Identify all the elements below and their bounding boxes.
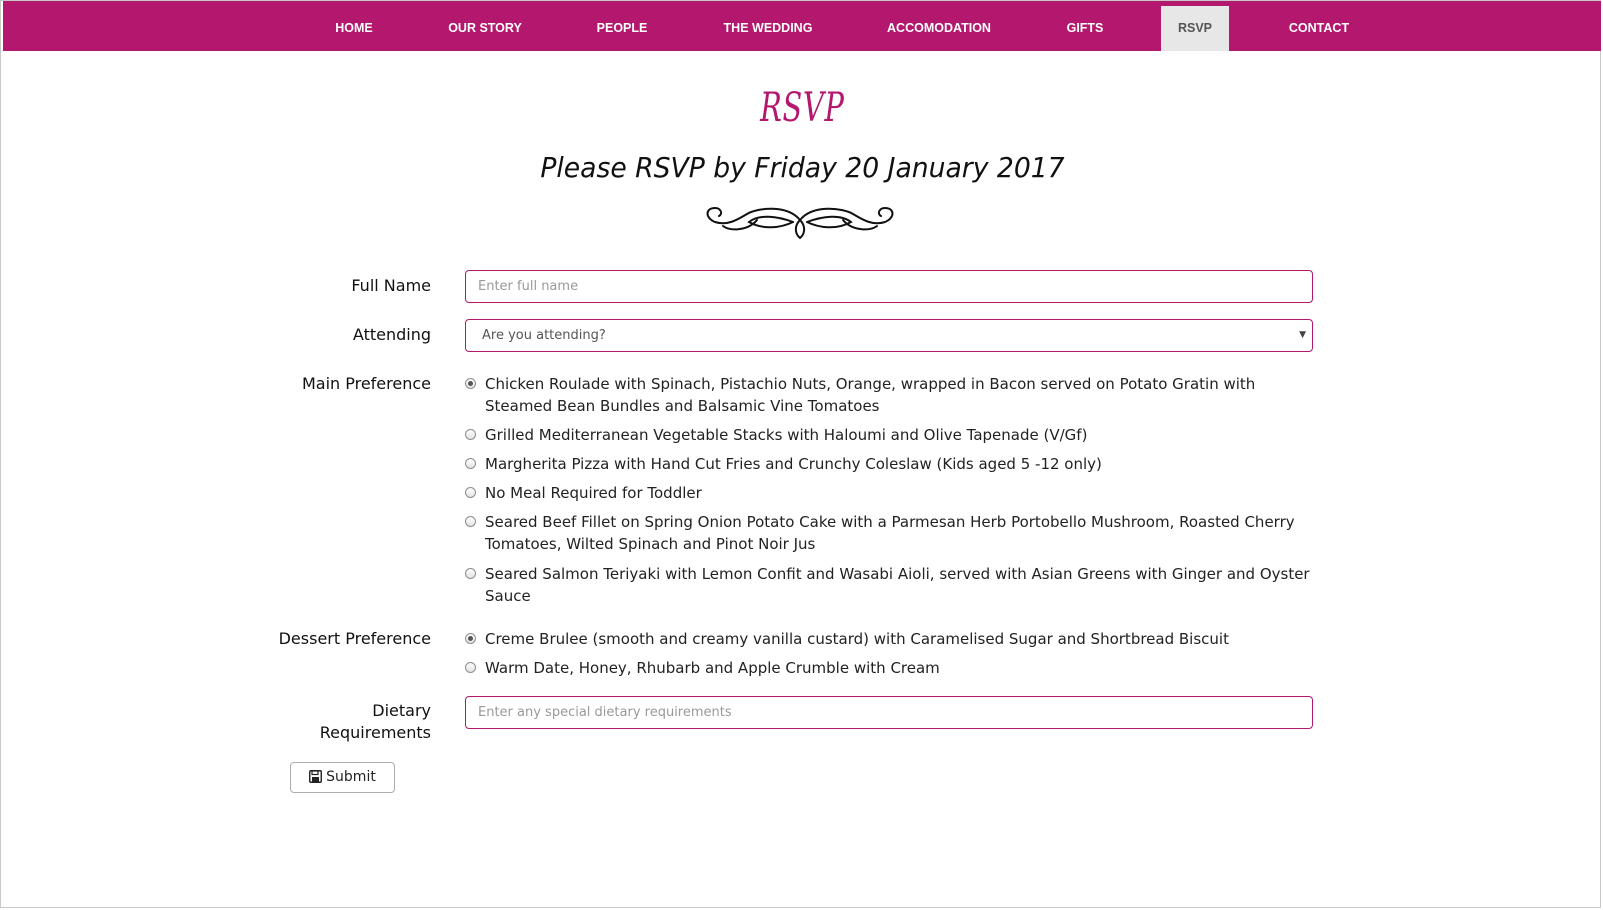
nav-item-people[interactable]: PEOPLE bbox=[583, 6, 661, 51]
main-option-radio[interactable] bbox=[465, 487, 476, 498]
attending-label: Attending bbox=[352, 325, 431, 344]
save-icon bbox=[309, 770, 323, 783]
main-option-label: Grilled Mediterranean Vegetable Stacks w… bbox=[485, 426, 1088, 444]
nav-item-gifts[interactable]: GIFTS bbox=[1049, 6, 1121, 51]
main-option-radio[interactable] bbox=[465, 568, 476, 579]
submit-button-label: Submit bbox=[326, 769, 376, 785]
dessert-preference-label: Dessert Preference bbox=[278, 629, 431, 648]
nav-item-home[interactable]: HOME bbox=[319, 6, 389, 51]
submit-button[interactable]: Submit bbox=[290, 762, 395, 793]
page-title: RSVP bbox=[760, 85, 845, 131]
main-option-label: No Meal Required for Toddler bbox=[485, 484, 702, 502]
chevron-down-icon: ▼ bbox=[1299, 330, 1306, 340]
main-option-label: Seared Beef Fillet on Spring Onion Potat… bbox=[485, 513, 1295, 553]
main-option-radio[interactable] bbox=[465, 429, 476, 440]
browser-page: HOME OUR STORY PEOPLE THE WEDDING ACCOMO… bbox=[0, 0, 1601, 908]
full-name-label: Full Name bbox=[351, 276, 431, 295]
dietary-label-line2: Requirements bbox=[319, 723, 431, 742]
attending-select-value: Are you attending? bbox=[482, 328, 606, 343]
nav-item-contact[interactable]: CONTACT bbox=[1273, 6, 1365, 51]
main-preference-label: Main Preference bbox=[301, 374, 431, 393]
dessert-option-label: Creme Brulee (smooth and creamy vanilla … bbox=[485, 630, 1229, 648]
main-option-radio[interactable] bbox=[465, 378, 476, 389]
nav-item-rsvp[interactable]: RSVP bbox=[1161, 6, 1229, 51]
nav-item-our-story[interactable]: OUR STORY bbox=[433, 6, 537, 51]
main-option-label: Chicken Roulade with Spinach, Pistachio … bbox=[485, 375, 1256, 415]
main-option-label: Seared Salmon Teriyaki with Lemon Confit… bbox=[485, 565, 1310, 605]
main-option-radio[interactable] bbox=[465, 458, 476, 469]
ornamental-flourish-icon bbox=[706, 206, 894, 240]
main-option-radio[interactable] bbox=[465, 516, 476, 527]
top-navbar: HOME OUR STORY PEOPLE THE WEDDING ACCOMO… bbox=[3, 1, 1601, 51]
dietary-requirements-label: Dietary Requirements bbox=[320, 700, 431, 744]
dessert-option-radio[interactable] bbox=[465, 662, 476, 673]
main-option-label: Margherita Pizza with Hand Cut Fries and… bbox=[485, 455, 1102, 473]
dessert-option-label: Warm Date, Honey, Rhubarb and Apple Crum… bbox=[485, 659, 940, 677]
nav-item-accomodation[interactable]: ACCOMODATION bbox=[873, 6, 1005, 51]
full-name-input[interactable] bbox=[465, 270, 1313, 303]
dessert-option-radio[interactable] bbox=[465, 633, 476, 644]
rsvp-deadline-subtitle: Please RSVP by Friday 20 January 2017 bbox=[540, 151, 1065, 184]
nav-item-the-wedding[interactable]: THE WEDDING bbox=[707, 6, 829, 51]
dietary-requirements-input[interactable] bbox=[465, 696, 1313, 729]
dietary-label-line1: Dietary bbox=[372, 701, 431, 720]
attending-select[interactable]: Are you attending? ▼ bbox=[465, 319, 1313, 352]
